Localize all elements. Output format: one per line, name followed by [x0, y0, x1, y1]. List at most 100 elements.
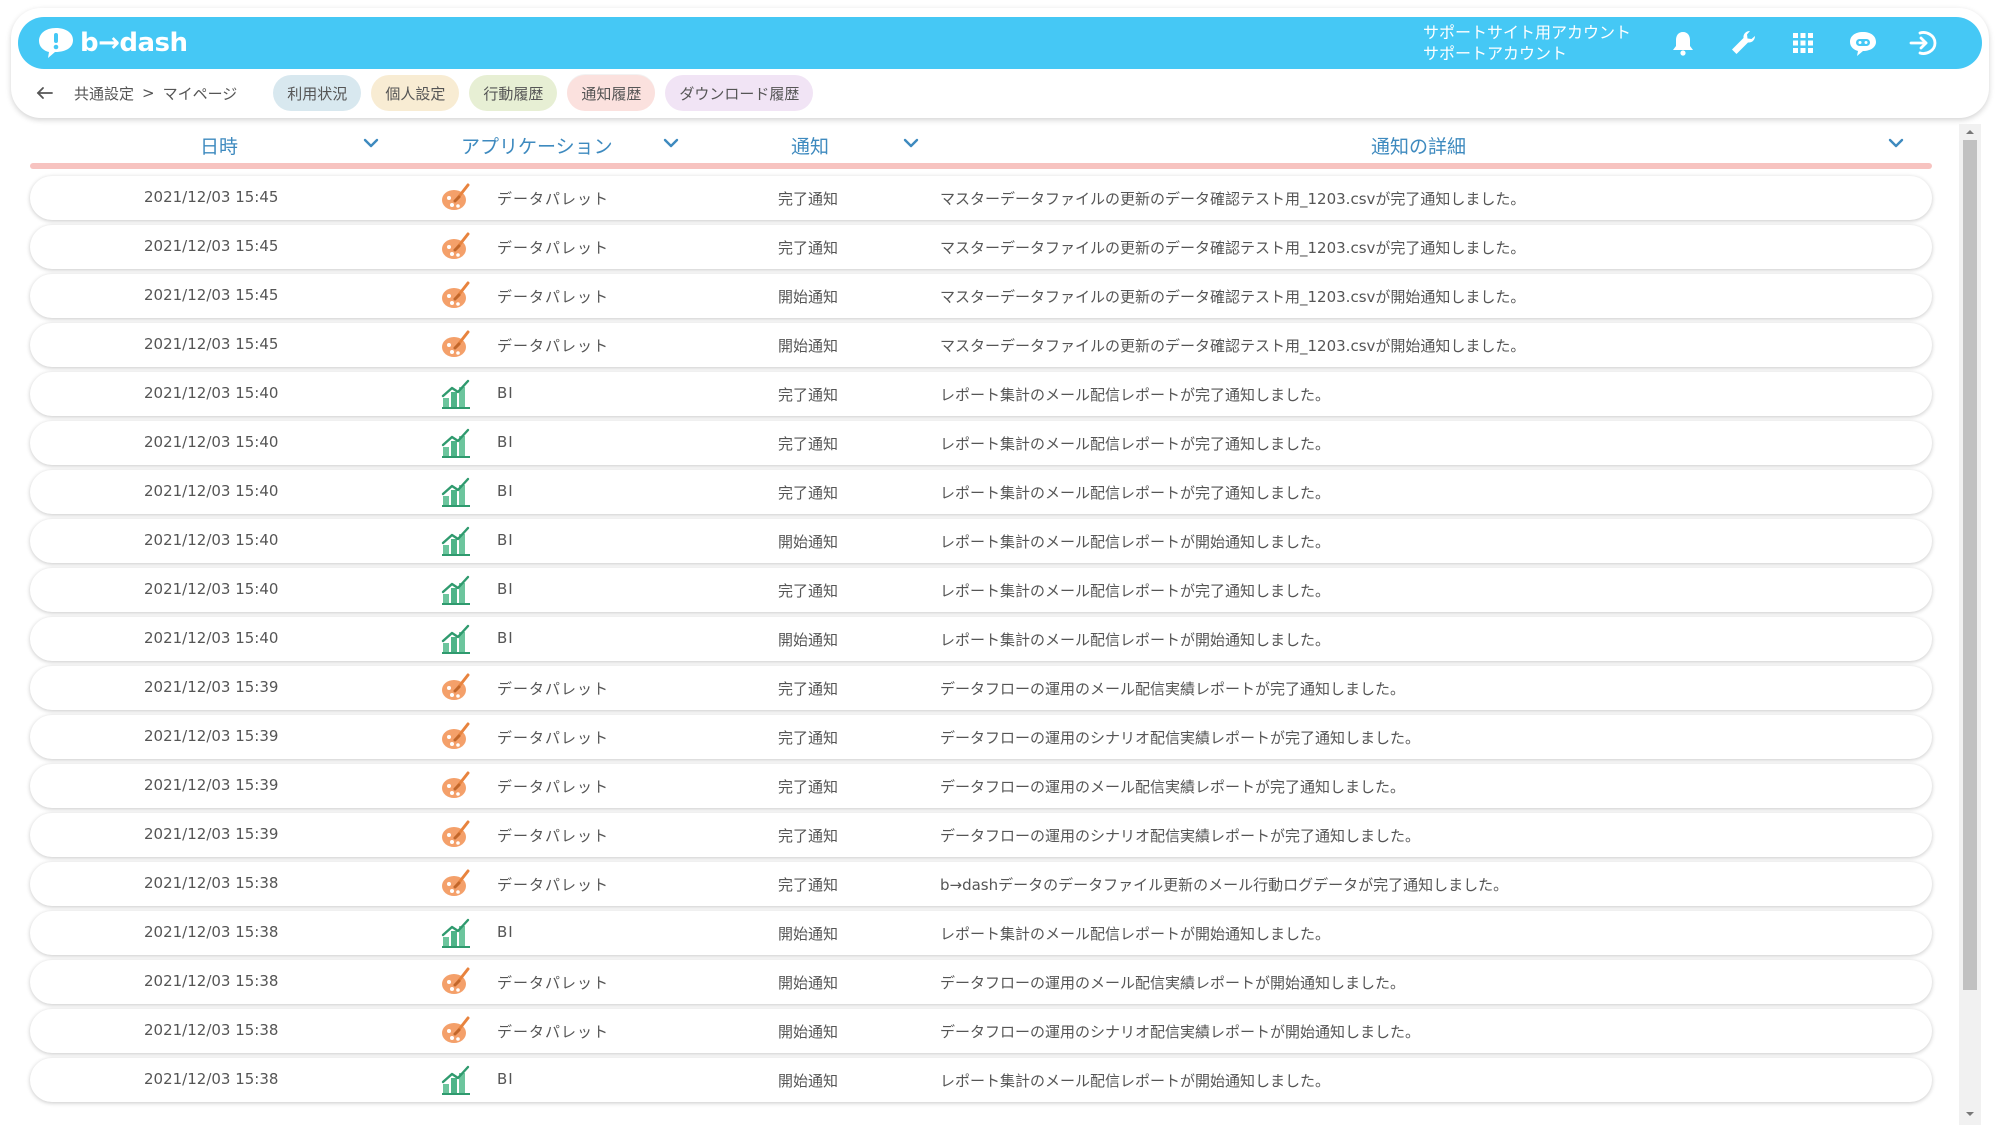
row-app: BI — [497, 531, 514, 549]
chevron-down-icon[interactable] — [1886, 136, 1906, 150]
table-row[interactable]: 2021/12/03 15:40 BI 完了通知 レポート集計のメール配信レポートが完… — [30, 568, 1932, 612]
tab-download-history[interactable]: ダウンロード履歴 — [665, 75, 814, 111]
row-date: 2021/12/03 15:38 — [144, 874, 279, 892]
bi-icon — [440, 378, 472, 410]
row-app: データパレット — [497, 876, 610, 894]
logo[interactable]: b→dash — [36, 26, 188, 60]
row-app: BI — [497, 482, 514, 500]
row-type: 完了通知 — [778, 484, 839, 502]
row-detail: レポート集計のメール配信レポートが開始通知しました。 — [940, 1072, 1331, 1090]
account-info[interactable]: サポートサイト用アカウント サポートアカウント — [1423, 22, 1631, 64]
table-row[interactable]: 2021/12/03 15:40 BI 開始通知 レポート集計のメール配信レポートが開… — [30, 519, 1932, 563]
row-detail: マスターデータファイルの更新のデータ確認テスト用_1203.csvが完了通知しま… — [940, 190, 1526, 208]
tab-usage[interactable]: 利用状況 — [273, 75, 362, 111]
table-row[interactable]: 2021/12/03 15:39 データパレット 完了通知 データフローの運用のシナリ… — [30, 813, 1932, 857]
table-row[interactable]: 2021/12/03 15:40 BI 開始通知 レポート集計のメール配信レポートが開… — [30, 617, 1932, 661]
bell-icon[interactable] — [1668, 28, 1698, 58]
table-row[interactable]: 2021/12/03 15:39 データパレット 完了通知 データフローの運用のメール… — [30, 666, 1932, 710]
row-app: BI — [497, 384, 514, 402]
tab-action-history[interactable]: 行動履歴 — [469, 75, 558, 111]
row-type: 完了通知 — [778, 582, 839, 600]
row-app: データパレット — [497, 778, 610, 796]
palette-icon — [440, 819, 472, 851]
row-date: 2021/12/03 15:45 — [144, 188, 279, 206]
row-detail: マスターデータファイルの更新のデータ確認テスト用_1203.csvが完了通知しま… — [940, 239, 1526, 257]
scroll-down-icon[interactable] — [1963, 1108, 1977, 1120]
table-row[interactable]: 2021/12/03 15:38 データパレット 完了通知 b→dashデータのデータ… — [30, 862, 1932, 906]
table-row[interactable]: 2021/12/03 15:40 BI 完了通知 レポート集計のメール配信レポートが完… — [30, 372, 1932, 416]
table-row[interactable]: 2021/12/03 15:45 データパレット 完了通知 マスターデータファイルの更… — [30, 225, 1932, 269]
table-row[interactable]: 2021/12/03 15:38 BI 開始通知 レポート集計のメール配信レポートが開… — [30, 911, 1932, 955]
row-detail: データフローの運用のシナリオ配信実績レポートが完了通知しました。 — [940, 827, 1421, 845]
header-divider — [30, 163, 1932, 169]
row-app: データパレット — [497, 288, 610, 306]
chevron-down-icon[interactable] — [901, 136, 921, 150]
table-row[interactable]: 2021/12/03 15:38 BI 開始通知 レポート集計のメール配信レポートが開… — [30, 1058, 1932, 1102]
row-type: 完了通知 — [778, 239, 839, 257]
tab-notification-history[interactable]: 通知履歴 — [567, 75, 656, 111]
row-app: データパレット — [497, 974, 610, 992]
table-row[interactable]: 2021/12/03 15:45 データパレット 完了通知 マスターデータファイルの更… — [30, 176, 1932, 220]
row-detail: レポート集計のメール配信レポートが開始通知しました。 — [940, 533, 1331, 551]
row-type: 完了通知 — [778, 778, 839, 796]
scrollbar-thumb[interactable] — [1963, 140, 1977, 990]
scroll-up-icon[interactable] — [1963, 126, 1977, 138]
palette-icon — [440, 280, 472, 312]
row-date: 2021/12/03 15:40 — [144, 629, 279, 647]
row-type: 開始通知 — [778, 631, 839, 649]
palette-icon — [440, 182, 472, 214]
row-detail: b→dashデータのデータファイル更新のメール行動ログデータが完了通知しました。 — [940, 876, 1509, 894]
palette-icon — [440, 231, 472, 263]
row-type: 完了通知 — [778, 435, 839, 453]
tab-personal-settings[interactable]: 個人設定 — [371, 75, 460, 111]
palette-icon — [440, 966, 472, 998]
wrench-icon[interactable] — [1728, 28, 1758, 58]
table-row[interactable]: 2021/12/03 15:45 データパレット 開始通知 マスターデータファイルの更… — [30, 323, 1932, 367]
top-bar: b→dash サポートサイト用アカウント サポートアカウント — [18, 17, 1982, 69]
bi-icon — [440, 476, 472, 508]
column-header-date: 日時 — [200, 136, 239, 158]
logout-icon[interactable] — [1908, 28, 1938, 58]
row-type: 完了通知 — [778, 729, 839, 747]
row-detail: データフローの運用のシナリオ配信実績レポートが完了通知しました。 — [940, 729, 1421, 747]
column-header-type: 通知 — [791, 136, 830, 158]
row-app: BI — [497, 629, 514, 647]
bi-icon — [440, 525, 472, 557]
chevron-down-icon[interactable] — [361, 136, 381, 150]
row-type: 完了通知 — [778, 386, 839, 404]
row-type: 開始通知 — [778, 288, 839, 306]
bi-icon — [440, 574, 472, 606]
row-detail: レポート集計のメール配信レポートが完了通知しました。 — [940, 386, 1331, 404]
row-date: 2021/12/03 15:38 — [144, 972, 279, 990]
account-role: サポートアカウント — [1422, 44, 1567, 63]
sub-bar: 共通設定 > マイページ 利用状況 個人設定 行動履歴 通知履歴 ダウンロード履… — [30, 74, 814, 112]
table-row[interactable]: 2021/12/03 15:45 データパレット 開始通知 マスターデータファイルの更… — [30, 274, 1932, 318]
row-date: 2021/12/03 15:38 — [144, 923, 279, 941]
row-app: BI — [497, 580, 514, 598]
row-type: 開始通知 — [778, 1023, 839, 1041]
grid-icon[interactable] — [1788, 28, 1818, 58]
row-type: 開始通知 — [778, 925, 839, 943]
palette-icon — [440, 1015, 472, 1047]
table-row[interactable]: 2021/12/03 15:39 データパレット 完了通知 データフローの運用のメール… — [30, 764, 1932, 808]
row-detail: マスターデータファイルの更新のデータ確認テスト用_1203.csvが開始通知しま… — [940, 288, 1526, 306]
row-date: 2021/12/03 15:39 — [144, 776, 279, 794]
chat-bot-icon[interactable] — [1848, 28, 1878, 58]
row-detail: マスターデータファイルの更新のデータ確認テスト用_1203.csvが開始通知しま… — [940, 337, 1526, 355]
chevron-down-icon[interactable] — [661, 136, 681, 150]
row-app: BI — [497, 1070, 514, 1088]
row-date: 2021/12/03 15:45 — [144, 286, 279, 304]
table-row[interactable]: 2021/12/03 15:39 データパレット 完了通知 データフローの運用のシナリ… — [30, 715, 1932, 759]
table-row[interactable]: 2021/12/03 15:38 データパレット 開始通知 データフローの運用のシナリ… — [30, 1009, 1932, 1053]
logo-text: b→dash — [80, 28, 188, 58]
table-row[interactable]: 2021/12/03 15:40 BI 完了通知 レポート集計のメール配信レポートが完… — [30, 421, 1932, 465]
row-detail: レポート集計のメール配信レポートが開始通知しました。 — [940, 631, 1331, 649]
back-arrow-icon[interactable] — [30, 78, 60, 108]
table-row[interactable]: 2021/12/03 15:38 データパレット 開始通知 データフローの運用のメール… — [30, 960, 1932, 1004]
palette-icon — [440, 672, 472, 704]
row-app: データパレット — [497, 827, 610, 845]
breadcrumb-parent[interactable]: 共通設定 — [74, 83, 134, 104]
row-date: 2021/12/03 15:39 — [144, 825, 279, 843]
table-row[interactable]: 2021/12/03 15:40 BI 完了通知 レポート集計のメール配信レポートが完… — [30, 470, 1932, 514]
row-date: 2021/12/03 15:40 — [144, 433, 279, 451]
